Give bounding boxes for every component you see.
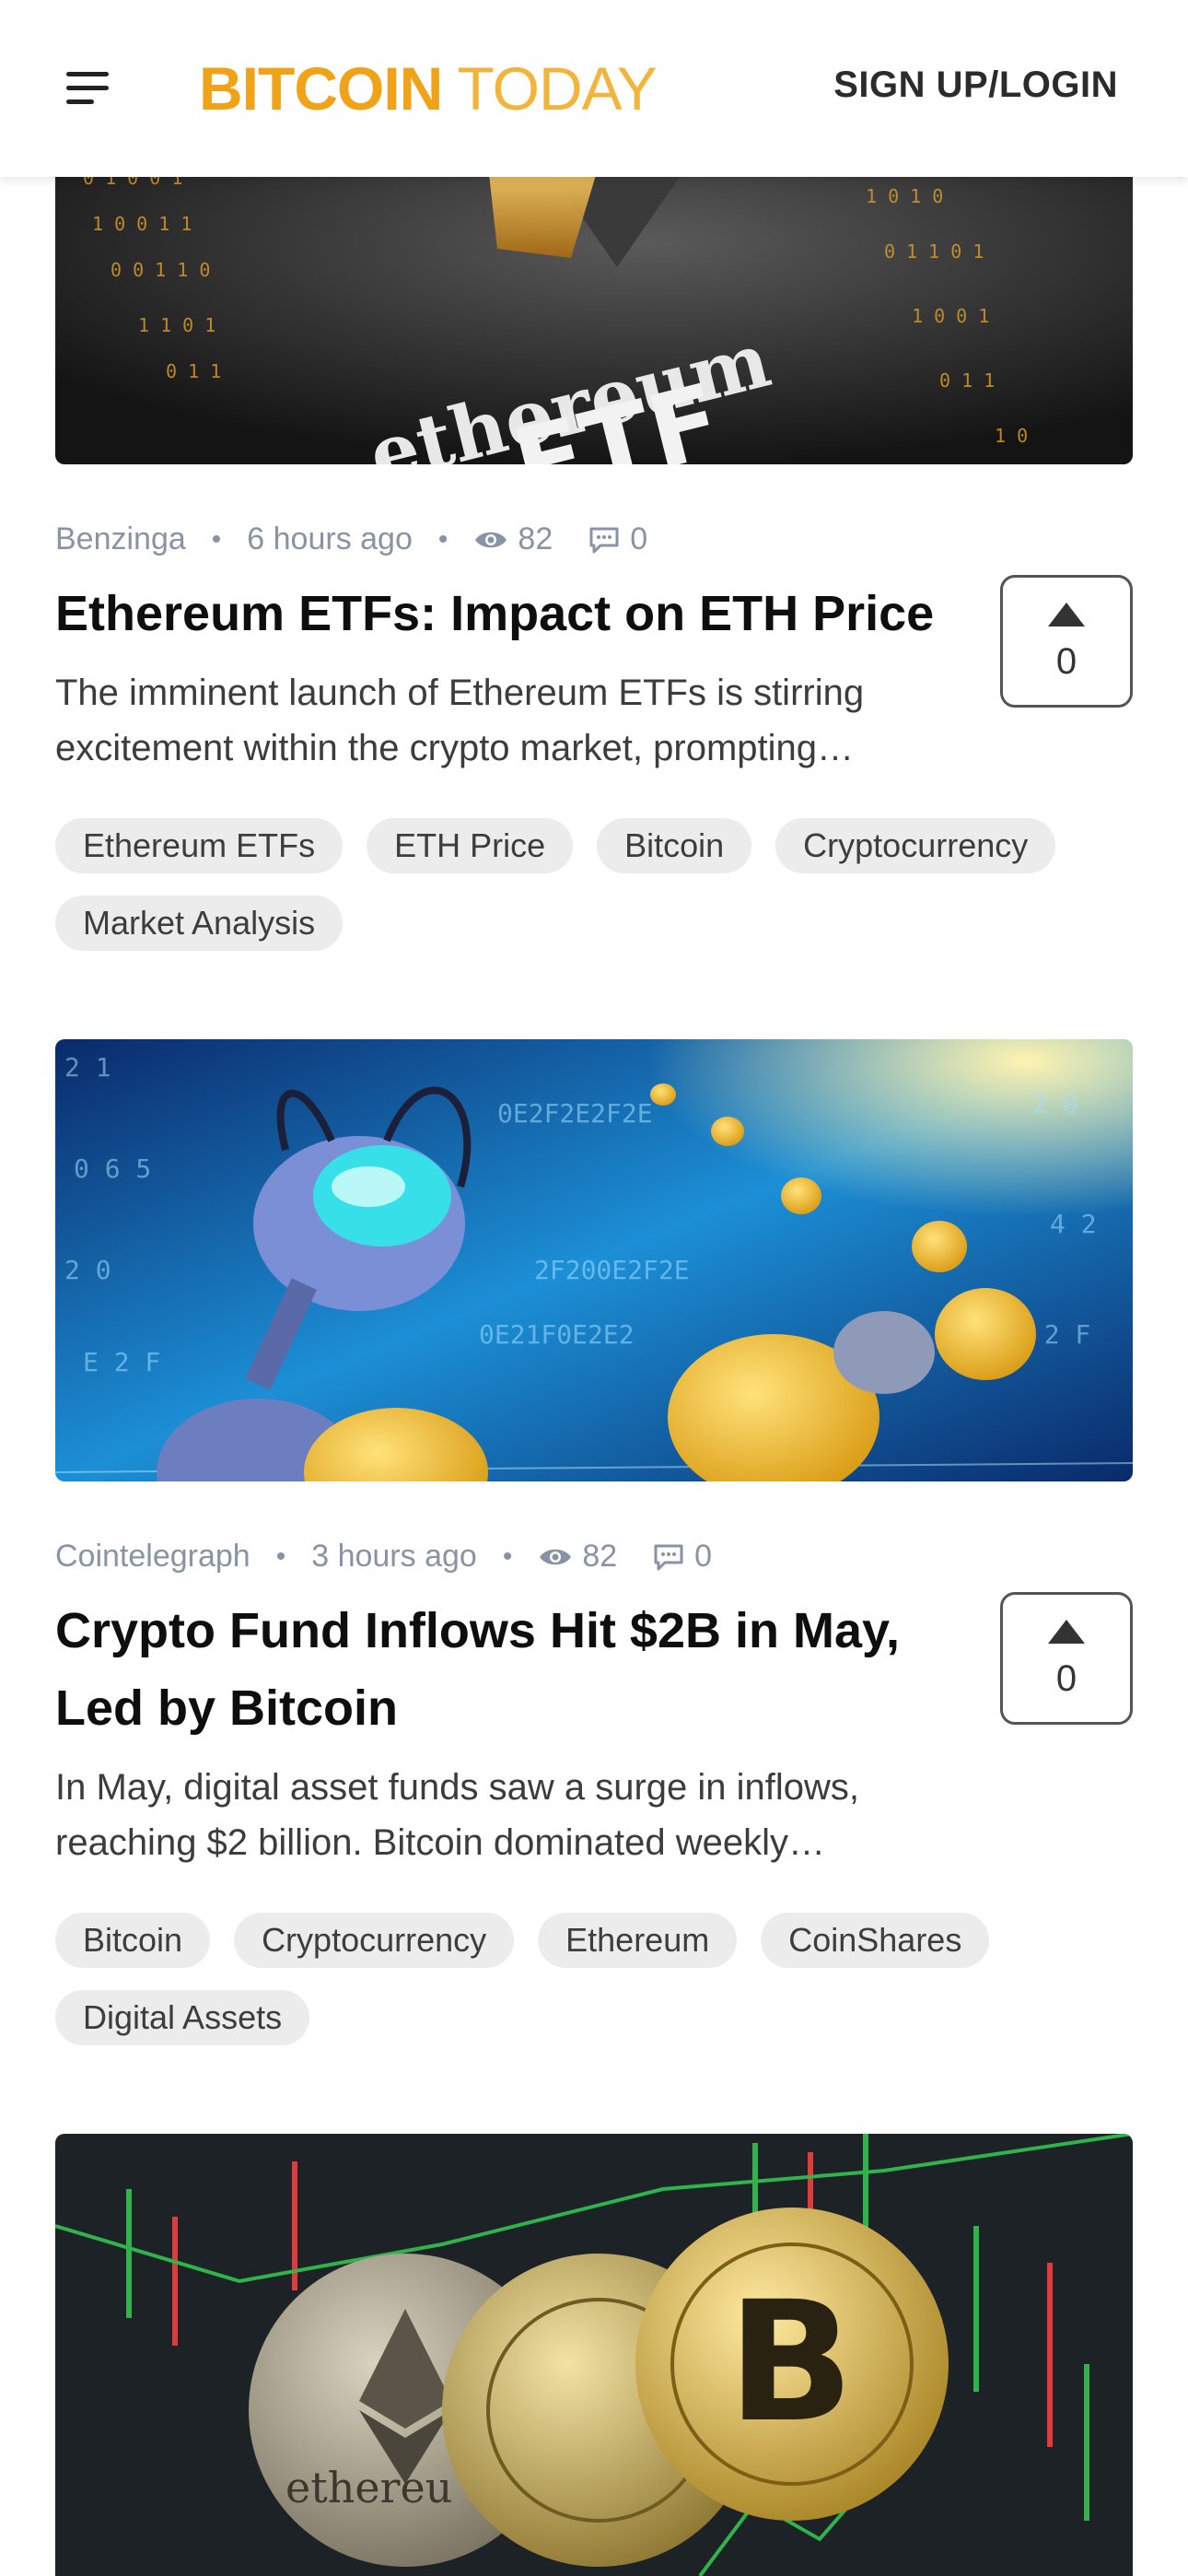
- comments-count[interactable]: 0: [588, 521, 647, 557]
- tag[interactable]: CoinShares: [761, 1913, 990, 1968]
- svg-text:0E21F0E2E2: 0E21F0E2E2: [479, 1319, 635, 1350]
- svg-text:0 1 1: 0 1 1: [166, 360, 221, 382]
- article-image[interactable]: 2 1 0 6 5 2 0 E 2 F 0E2F2E2F2E 2F200E2F2E 0E2…: [55, 1039, 1133, 1481]
- views-count: 82: [473, 521, 553, 557]
- tag[interactable]: Ethereum: [538, 1913, 738, 1968]
- separator-dot: •: [502, 1540, 513, 1572]
- article-excerpt: The imminent launch of Ethereum ETFs is …: [55, 673, 865, 768]
- svg-text:2 0: 2 0: [64, 1255, 111, 1285]
- upvote-icon: [1048, 1620, 1085, 1644]
- svg-text:2 1: 2 1: [64, 1052, 111, 1083]
- svg-text:E 2 F: E 2 F: [83, 1347, 160, 1377]
- tag[interactable]: Cryptocurrency: [775, 818, 1056, 873]
- tag[interactable]: Market Analysis: [55, 896, 344, 951]
- svg-text:1 0 0 1 1: 1 0 0 1 1: [92, 213, 192, 235]
- svg-text:0 1 1 0 1: 0 1 1 0 1: [884, 240, 984, 263]
- top-header: BITCOIN TODAY SIGN UP/LOGIN: [0, 0, 1188, 177]
- tag[interactable]: Bitcoin: [597, 818, 752, 873]
- article-meta: Benzinga • 6 hours ago • 82 0: [55, 521, 647, 557]
- upvote-icon: [1048, 603, 1085, 626]
- article-image[interactable]: ethereu B: [55, 2134, 1133, 2576]
- upvote-button[interactable]: 0: [1000, 1592, 1133, 1725]
- coin-text: ethereu: [285, 2463, 452, 2512]
- svg-text:2F200E2F2E: 2F200E2F2E: [534, 1255, 690, 1285]
- menu-icon[interactable]: [55, 61, 122, 116]
- article-meta: Cointelegraph • 3 hours ago • 82 0: [55, 1539, 712, 1575]
- logo-today: TODAY: [457, 54, 657, 123]
- separator-dot: •: [437, 523, 448, 555]
- tag[interactable]: ETH Price: [367, 818, 574, 873]
- ethereum-etf-image: 0 1 0 0 11 0 0 1 10 0 1 1 0 1 1 0 10 1 1…: [55, 147, 1133, 464]
- signup-login-button[interactable]: SIGN UP/LOGIN: [833, 64, 1118, 106]
- svg-text:0 6 5: 0 6 5: [74, 1153, 151, 1184]
- svg-text:0 1 1: 0 1 1: [939, 369, 995, 392]
- comment-icon: [654, 1544, 683, 1570]
- site-logo[interactable]: BITCOIN TODAY: [199, 52, 658, 125]
- article-title[interactable]: Crypto Fund Inflows Hit $2B in May, Led …: [55, 1592, 958, 1747]
- article-source[interactable]: Cointelegraph: [55, 1539, 250, 1575]
- svg-text:1 0 1 0: 1 0 1 0: [866, 185, 943, 207]
- svg-text:4 2: 4 2: [1050, 1209, 1097, 1239]
- logo-bitcoin: BITCOIN: [199, 54, 443, 123]
- tag[interactable]: Bitcoin: [55, 1913, 211, 1968]
- article-excerpt: In May, digital asset funds saw a surge …: [55, 1767, 860, 1863]
- svg-text:1 0: 1 0: [995, 425, 1028, 447]
- article-time: 6 hours ago: [247, 521, 413, 556]
- separator-dot: •: [275, 1540, 286, 1572]
- vote-count: 0: [1055, 1658, 1077, 1699]
- svg-text:0E2F2E2F2E: 0E2F2E2F2E: [497, 1098, 653, 1129]
- svg-text:1 0 0 1: 1 0 0 1: [912, 305, 989, 327]
- comments-count[interactable]: 0: [652, 1539, 712, 1575]
- svg-text:0 0 1 1 0: 0 0 1 1 0: [111, 259, 210, 281]
- article-time: 3 hours ago: [311, 1539, 477, 1574]
- eye-icon: [540, 1549, 572, 1564]
- tag-list: Ethereum ETFs ETH Price Bitcoin Cryptocu…: [55, 818, 1142, 951]
- upvote-button[interactable]: 0: [1000, 575, 1133, 708]
- tag[interactable]: Ethereum ETFs: [55, 818, 344, 873]
- comment-icon: [589, 527, 619, 553]
- crypto-coins-image: ethereu B: [55, 2134, 1133, 2576]
- article-source[interactable]: Benzinga: [55, 521, 186, 557]
- tag[interactable]: Cryptocurrency: [234, 1913, 515, 1968]
- crypto-ants-image: 2 1 0 6 5 2 0 E 2 F 0E2F2E2F2E 2F200E2F2E 0E2…: [55, 1039, 1133, 1481]
- separator-dot: •: [211, 523, 222, 555]
- svg-text:B: B: [728, 2266, 854, 2459]
- article-title[interactable]: Ethereum ETFs: Impact on ETH Price: [55, 575, 958, 652]
- tag[interactable]: Digital Assets: [55, 1990, 310, 2045]
- svg-text:2 0: 2 0: [1031, 1089, 1078, 1119]
- tag-list: Bitcoin Cryptocurrency Ethereum CoinShar…: [55, 1913, 1142, 2045]
- vote-count: 0: [1055, 641, 1077, 682]
- svg-text:1 1 0 1: 1 1 0 1: [138, 314, 215, 336]
- views-count: 82: [538, 1539, 617, 1575]
- article-image[interactable]: 0 1 0 0 11 0 0 1 10 0 1 1 0 1 1 0 10 1 1…: [55, 147, 1133, 464]
- eye-icon: [475, 532, 507, 547]
